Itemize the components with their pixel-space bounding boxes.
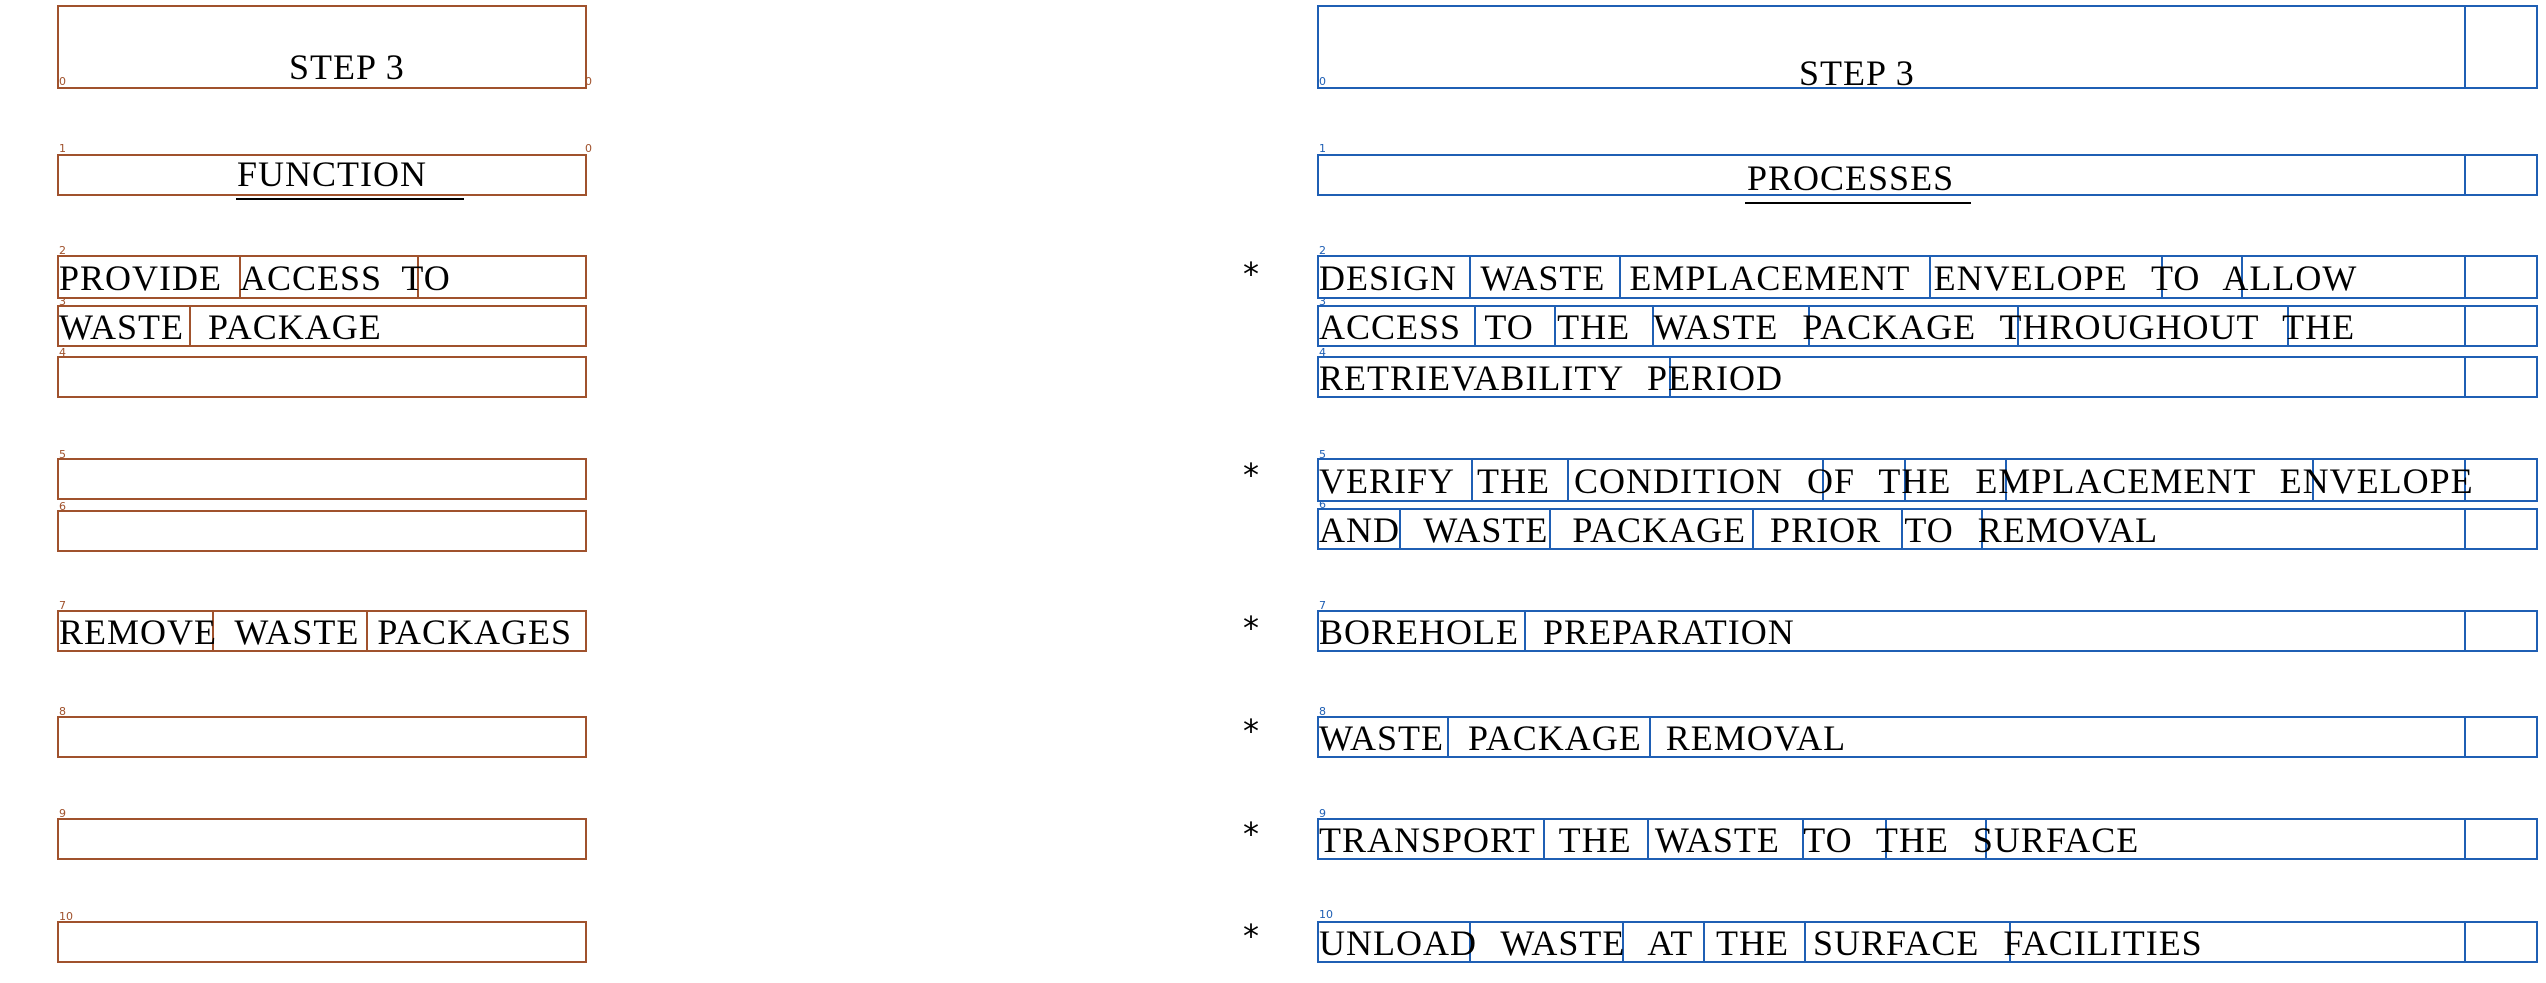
right-row-10-text: UNLOAD WASTE AT THE SURFACE FACILITIES: [1319, 923, 2203, 963]
left-row-index: 6: [59, 500, 66, 513]
left-heading-box: FUNCTION: [57, 154, 587, 196]
right-end-column: [2464, 510, 2466, 548]
left-row-6: [57, 510, 587, 552]
right-end-column: [2464, 358, 2466, 396]
right-row-4-text: RETRIEVABILITY PERIOD: [1319, 358, 1783, 398]
right-row-8-text: WASTE PACKAGE REMOVAL: [1319, 718, 1847, 758]
right-end-column: [2464, 7, 2466, 87]
left-row-5: [57, 458, 587, 500]
right-row-index: 2: [1319, 244, 1326, 257]
left-step-index: 0: [59, 75, 66, 88]
right-step-title: STEP 3: [1799, 53, 1915, 93]
left-row-7-text: REMOVE WASTE PACKAGES: [59, 612, 573, 652]
right-row-10: UNLOAD WASTE AT THE SURFACE FACILITIES: [1317, 921, 2538, 963]
right-step-box: STEP 3: [1317, 5, 2538, 93]
left-heading-end-index: 0: [585, 142, 592, 155]
right-heading-box: PROCESSES: [1317, 154, 2538, 196]
left-step-title: STEP 3: [289, 47, 405, 87]
left-row-index: 3: [59, 295, 66, 308]
left-row-index: 2: [59, 244, 66, 257]
left-row-index: 9: [59, 807, 66, 820]
bullet-star: *: [1243, 712, 1259, 750]
right-row-9: TRANSPORT THE WASTE TO THE SURFACE: [1317, 818, 2538, 860]
right-row-2-text: DESIGN WASTE EMPLACEMENT ENVELOPE TO ALL…: [1319, 258, 2358, 298]
left-row-index: 4: [59, 346, 66, 359]
right-end-column: [2464, 257, 2466, 297]
bullet-star: *: [1243, 456, 1259, 494]
right-end-column: [2464, 820, 2466, 858]
right-end-column: [2464, 923, 2466, 961]
right-row-4: RETRIEVABILITY PERIOD: [1317, 356, 2538, 398]
right-heading-underline: [1745, 202, 1971, 204]
right-row-5: VERIFY THE CONDITION OF THE EMPLACEMENT …: [1317, 458, 2538, 502]
left-row-2: PROVIDE ACCESS TO: [57, 255, 587, 299]
bullet-star: *: [1243, 255, 1259, 293]
left-heading-underline: [236, 198, 464, 200]
bullet-star: *: [1243, 917, 1259, 955]
bullet-star: *: [1243, 609, 1259, 647]
right-row-index: 10: [1319, 908, 1333, 921]
bullet-star: *: [1243, 815, 1259, 853]
left-row-3-text: WASTE PACKAGE: [59, 307, 382, 347]
left-row-3: WASTE PACKAGE: [57, 305, 587, 347]
right-row-6: AND WASTE PACKAGE PRIOR TO REMOVAL: [1317, 508, 2538, 550]
left-row-10: [57, 921, 587, 963]
right-row-index: 7: [1319, 599, 1326, 612]
left-heading: FUNCTION: [237, 154, 428, 194]
left-step-box: STEP 3: [57, 5, 587, 89]
right-row-index: 5: [1319, 448, 1326, 461]
right-row-index: 6: [1319, 498, 1326, 511]
right-row-6-text: AND WASTE PACKAGE PRIOR TO REMOVAL: [1319, 510, 2159, 550]
left-heading-index: 1: [59, 142, 66, 155]
left-row-index: 8: [59, 705, 66, 718]
right-step-index: 0: [1319, 75, 1326, 88]
right-row-3-text: ACCESS TO THE WASTE PACKAGE THROUGHOUT T…: [1319, 307, 2356, 347]
right-row-index: 9: [1319, 807, 1326, 820]
right-end-column: [2464, 156, 2466, 194]
right-end-column: [2464, 718, 2466, 756]
left-row-8: [57, 716, 587, 758]
left-row-index: 5: [59, 448, 66, 461]
right-row-index: 3: [1319, 295, 1326, 308]
right-row-8: WASTE PACKAGE REMOVAL: [1317, 716, 2538, 758]
left-row-2-text: PROVIDE ACCESS TO: [59, 258, 451, 298]
right-row-index: 4: [1319, 346, 1326, 359]
right-row-2: DESIGN WASTE EMPLACEMENT ENVELOPE TO ALL…: [1317, 255, 2538, 299]
right-row-index: 8: [1319, 705, 1326, 718]
left-row-7: REMOVE WASTE PACKAGES: [57, 610, 587, 652]
right-row-7-text: BOREHOLE PREPARATION: [1319, 612, 1795, 652]
right-row-3: ACCESS TO THE WASTE PACKAGE THROUGHOUT T…: [1317, 305, 2538, 347]
left-row-index: 7: [59, 599, 66, 612]
right-end-column: [2464, 307, 2466, 345]
left-row-4: [57, 356, 587, 398]
right-heading-index: 1: [1319, 142, 1326, 155]
left-step-end-index: 0: [585, 75, 592, 88]
right-row-5-text: VERIFY THE CONDITION OF THE EMPLACEMENT …: [1319, 461, 2474, 501]
left-row-index: 10: [59, 910, 73, 923]
right-heading: PROCESSES: [1747, 158, 1955, 198]
left-row-9: [57, 818, 587, 860]
right-row-9-text: TRANSPORT THE WASTE TO THE SURFACE: [1319, 820, 2140, 860]
right-end-column: [2464, 612, 2466, 650]
right-row-7: BOREHOLE PREPARATION: [1317, 610, 2538, 652]
